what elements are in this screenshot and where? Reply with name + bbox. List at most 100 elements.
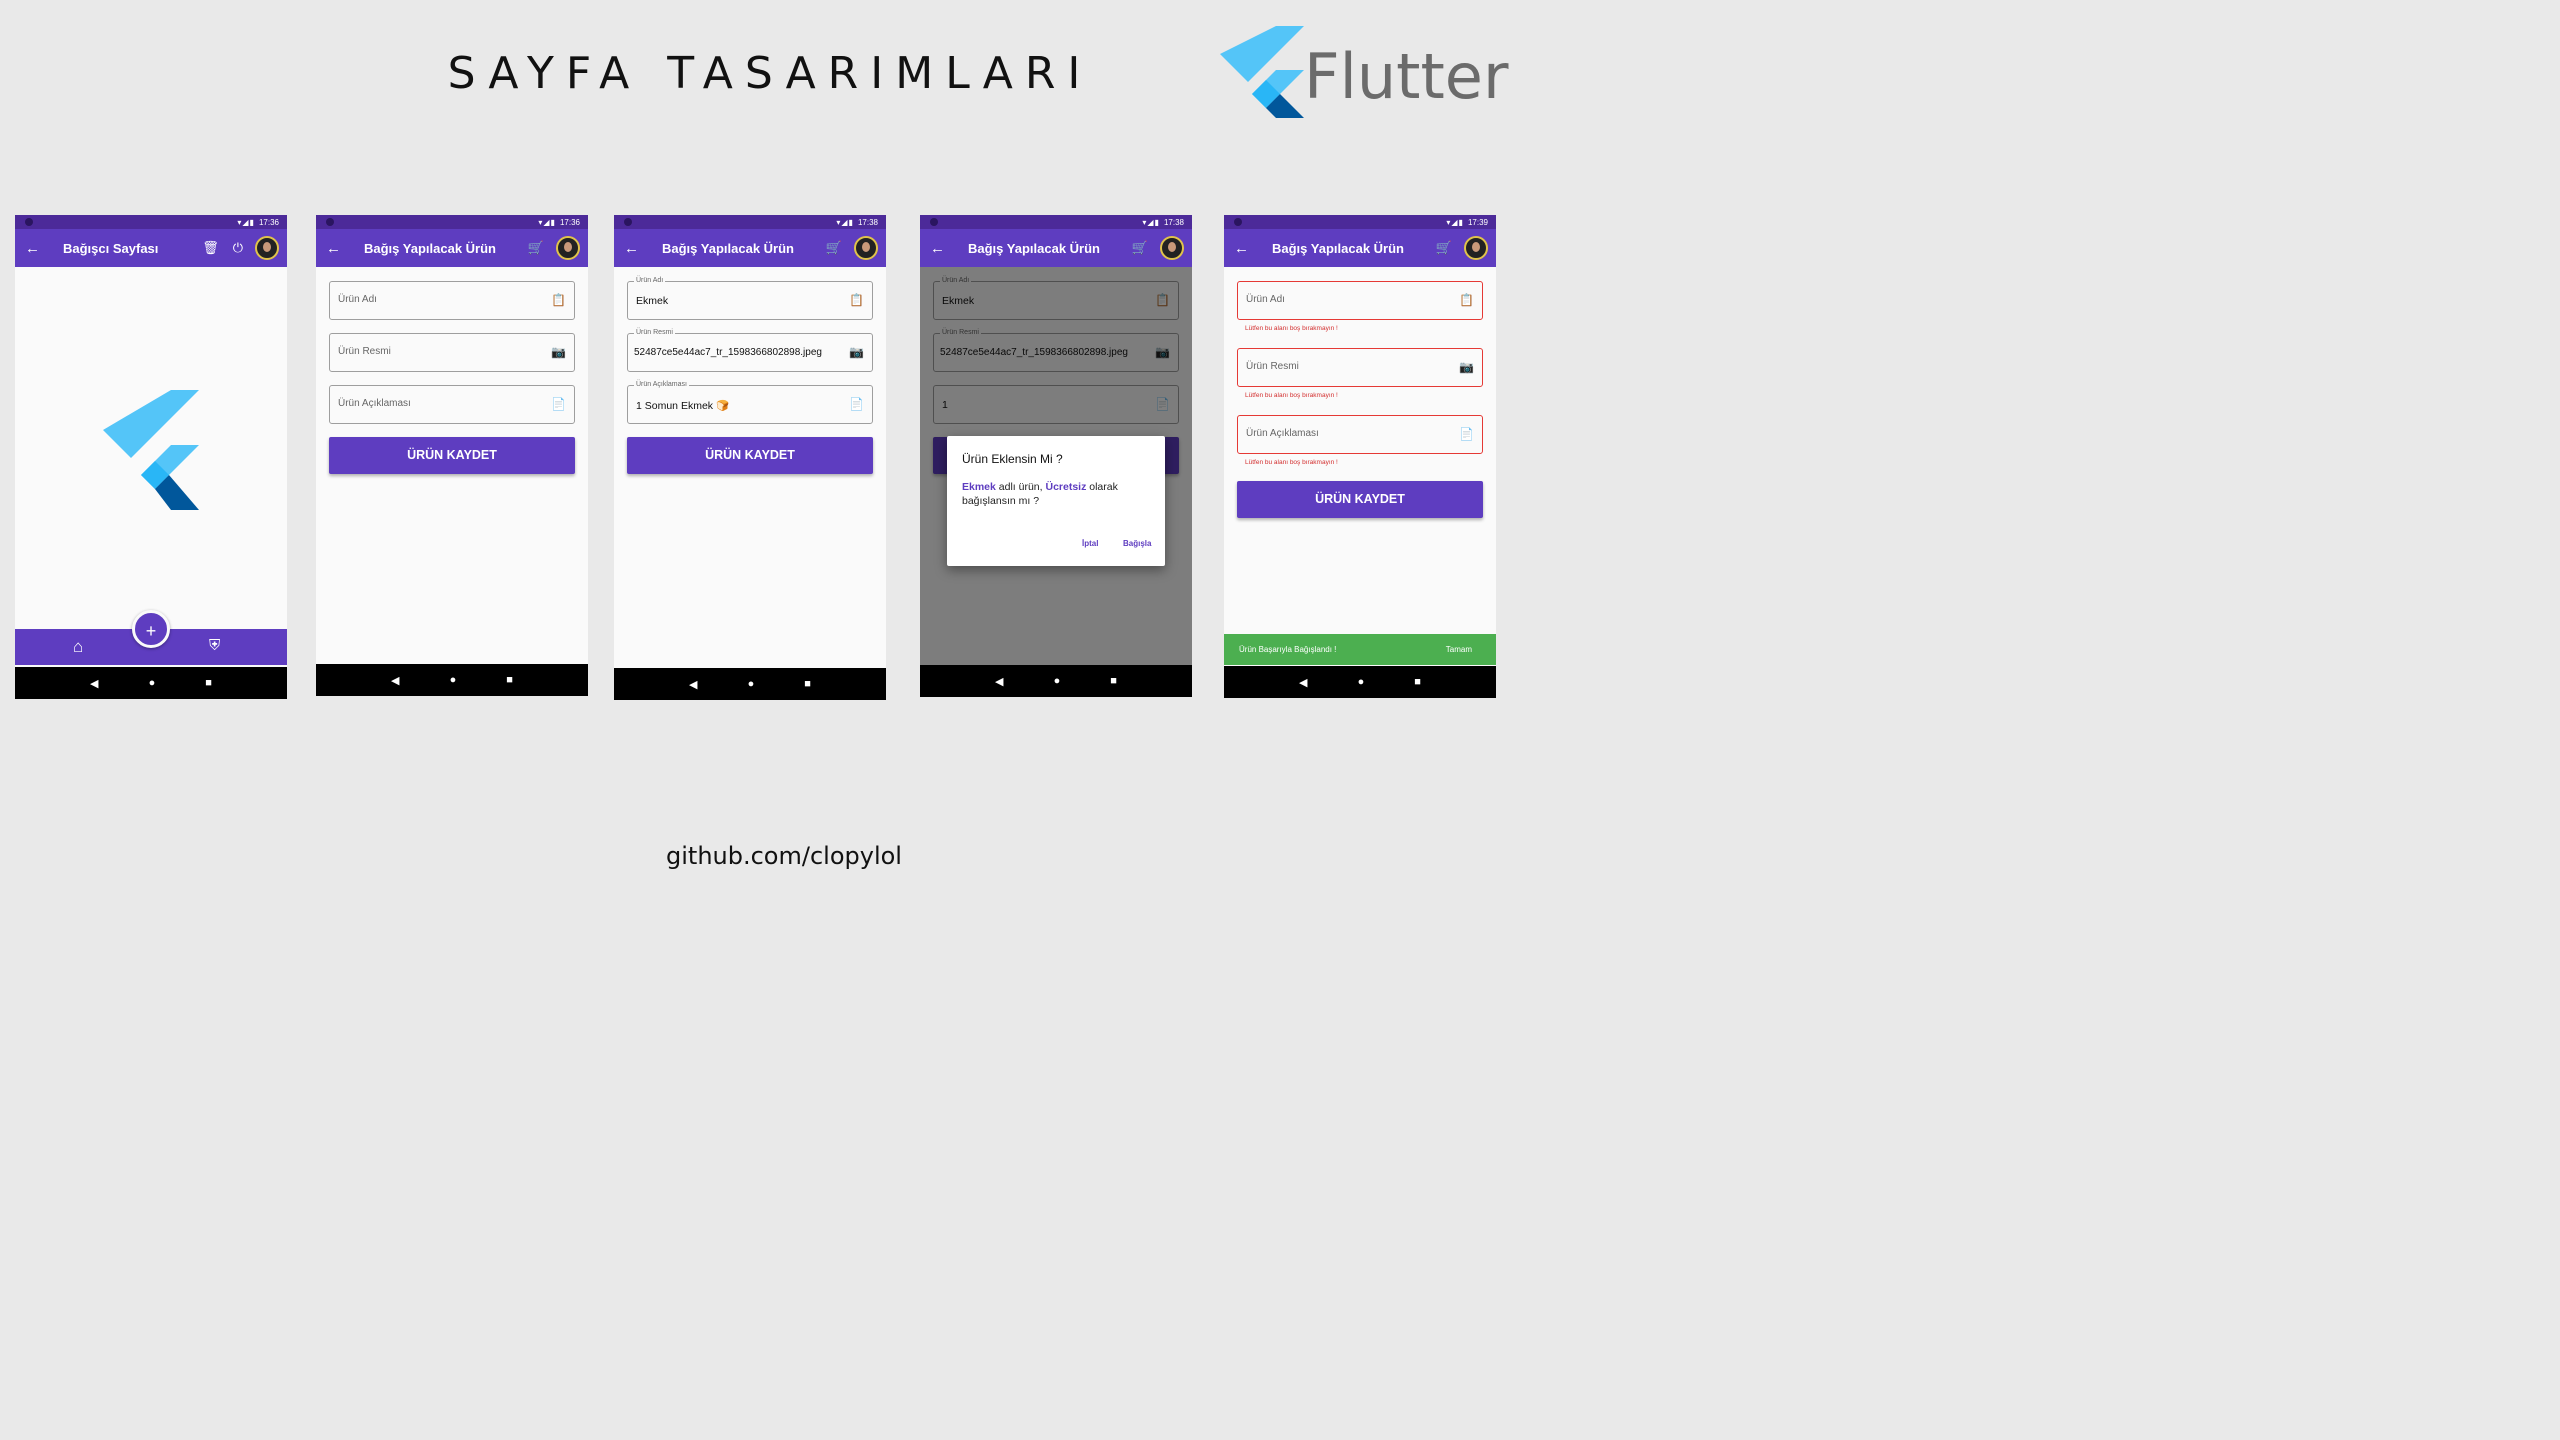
flutter-logo-icon <box>103 390 199 510</box>
nav-back-icon[interactable]: ◀ <box>995 675 1003 688</box>
save-product-button[interactable]: ÜRÜN KAYDET <box>329 437 575 474</box>
product-image-placeholder: Ürün Resmi <box>1246 361 1299 372</box>
product-image-field[interactable]: Ürün Resmi 📷 <box>1237 348 1483 387</box>
signal-icon: ▾◢▮ <box>1446 217 1464 227</box>
dialog-message: Ekmek adlı ürün, Ücretsiz olarak bağışla… <box>962 480 1157 508</box>
nav-recents-icon[interactable]: ■ <box>804 678 811 690</box>
product-description-error: Lütfen bu alanı boş bırakmayın ! <box>1245 459 1338 466</box>
nav-home-icon[interactable]: ● <box>1358 676 1365 688</box>
product-name-field[interactable]: Ürün Adı 📋 <box>1237 281 1483 320</box>
avatar[interactable] <box>556 236 580 260</box>
cancel-button[interactable]: İptal <box>1082 539 1098 548</box>
content-area: ⌂ ⛨ + <box>15 267 287 667</box>
success-snackbar: Ürün Başarıyla Bağışlandı ! Tamam <box>1224 634 1496 665</box>
content-area: Ürün Adı 📋 Lütfen bu alanı boş bırakmayı… <box>1224 267 1496 666</box>
home-icon[interactable]: ⌂ <box>73 637 83 657</box>
system-nav-bar: ◀ ● ■ <box>15 667 287 699</box>
app-bar: ← Bağış Yapılacak Ürün 🛒 <box>1224 229 1496 267</box>
save-product-button[interactable]: ÜRÜN KAYDET <box>627 437 873 474</box>
nav-recents-icon[interactable]: ■ <box>506 674 513 686</box>
security-icon[interactable]: ⛨ <box>209 637 220 654</box>
nav-home-icon[interactable]: ● <box>1054 675 1061 687</box>
status-time: 17:36 <box>559 217 580 227</box>
nav-home-icon[interactable]: ● <box>748 678 755 690</box>
product-description-value: 1 Somun Ekmek 🍞 <box>636 400 730 412</box>
avatar[interactable] <box>1464 236 1488 260</box>
screen-donor-page: ▾◢▮ 17:36 ← Bağışcı Sayfası 🗑 ⏻ ⌂ ⛨ + ◀ … <box>15 215 287 699</box>
app-bar: ← Bağış Yapılacak Ürün 🛒 <box>614 229 886 267</box>
nav-back-icon[interactable]: ◀ <box>689 678 697 691</box>
back-arrow-icon[interactable]: ← <box>25 240 55 257</box>
product-description-label: Ürün Açıklaması <box>634 381 689 388</box>
system-nav-bar: ◀ ● ■ <box>316 664 588 696</box>
product-name-field[interactable]: Ürün Adı 📋 <box>329 281 575 320</box>
confirm-dialog: Ürün Eklensin Mi ? Ekmek adlı ürün, Ücre… <box>947 436 1165 566</box>
product-name-error: Lütfen bu alanı boş bırakmayın ! <box>1245 325 1338 332</box>
status-bar: ▾◢▮ 17:36 <box>316 215 588 229</box>
app-bar-title: Bağış Yapılacak Ürün <box>662 240 794 256</box>
description-icon: 📄 <box>849 397 864 411</box>
add-photo-icon: 📷 <box>849 345 864 359</box>
product-description-field[interactable]: Ürün Açıklaması 📄 <box>329 385 575 424</box>
nav-home-icon[interactable]: ● <box>450 674 457 686</box>
status-bar: ▾◢▮ 17:38 <box>920 215 1192 229</box>
status-bar: ▾◢▮ 17:38 <box>614 215 886 229</box>
avatar[interactable] <box>1160 236 1184 260</box>
github-link[interactable]: github.com/clopylol <box>0 842 1568 870</box>
nav-back-icon[interactable]: ◀ <box>391 674 399 687</box>
nav-back-icon[interactable]: ◀ <box>1299 676 1307 689</box>
back-arrow-icon[interactable]: ← <box>930 240 960 257</box>
app-bar-title: Bağış Yapılacak Ürün <box>364 240 496 256</box>
description-icon: 📄 <box>1459 427 1474 441</box>
description-icon: 📄 <box>551 397 566 411</box>
add-cart-icon[interactable]: 🛒 <box>1132 240 1148 256</box>
product-image-field[interactable]: Ürün Resmi 📷 <box>329 333 575 372</box>
nav-recents-icon[interactable]: ■ <box>205 677 212 689</box>
donate-button[interactable]: Bağışla <box>1123 539 1151 548</box>
add-cart-icon[interactable]: 🛒 <box>826 240 842 256</box>
product-name-placeholder: Ürün Adı <box>338 294 377 305</box>
product-image-placeholder: Ürün Resmi <box>338 346 391 357</box>
dialog-title: Ürün Eklensin Mi ? <box>962 452 1063 466</box>
add-fab-button[interactable]: + <box>132 610 170 648</box>
status-time: 17:38 <box>1163 217 1184 227</box>
screen-confirm-dialog: ▾◢▮ 17:38 ← Bağış Yapılacak Ürün 🛒 Ürün … <box>920 215 1192 697</box>
product-name-field[interactable]: Ürün Adı Ekmek 📋 <box>627 277 873 320</box>
save-product-button[interactable]: ÜRÜN KAYDET <box>1237 481 1483 518</box>
delete-icon[interactable]: 🗑 <box>202 240 219 256</box>
back-arrow-icon[interactable]: ← <box>624 240 654 257</box>
product-name-placeholder: Ürün Adı <box>1246 294 1285 305</box>
avatar[interactable] <box>854 236 878 260</box>
clipboard-icon: 📋 <box>1459 293 1474 307</box>
add-cart-icon[interactable]: 🛒 <box>528 240 544 256</box>
back-arrow-icon[interactable]: ← <box>1234 240 1264 257</box>
system-nav-bar: ◀ ● ■ <box>1224 666 1496 698</box>
snackbar-message: Ürün Başarıyla Bağışlandı ! <box>1239 645 1337 654</box>
power-icon[interactable]: ⏻ <box>233 240 243 256</box>
nav-recents-icon[interactable]: ■ <box>1110 675 1117 687</box>
add-cart-icon[interactable]: 🛒 <box>1436 240 1452 256</box>
app-bar: ← Bağışcı Sayfası 🗑 ⏻ <box>15 229 287 267</box>
clipboard-icon: 📋 <box>551 293 566 307</box>
product-image-value: 52487ce5e44ac7_tr_1598366802898.jpeg <box>634 347 822 358</box>
clipboard-icon: 📋 <box>849 293 864 307</box>
app-bar-title: Bağış Yapılacak Ürün <box>968 240 1100 256</box>
app-bar: ← Bağış Yapılacak Ürün 🛒 <box>316 229 588 267</box>
product-description-placeholder: Ürün Açıklaması <box>338 398 411 409</box>
product-description-placeholder: Ürün Açıklaması <box>1246 428 1319 439</box>
nav-recents-icon[interactable]: ■ <box>1414 676 1421 688</box>
avatar[interactable] <box>255 236 279 260</box>
product-image-label: Ürün Resmi <box>634 329 675 336</box>
nav-home-icon[interactable]: ● <box>149 677 156 689</box>
nav-back-icon[interactable]: ◀ <box>90 677 98 690</box>
flutter-wordmark: Flutter <box>1304 40 1509 113</box>
signal-icon: ▾◢▮ <box>538 217 556 227</box>
back-arrow-icon[interactable]: ← <box>326 240 356 257</box>
app-bar: ← Bağış Yapılacak Ürün 🛒 <box>920 229 1192 267</box>
app-bar-title: Bağış Yapılacak Ürün <box>1272 240 1404 256</box>
snackbar-ok-button[interactable]: Tamam <box>1446 645 1472 654</box>
product-description-field[interactable]: Ürün Açıklaması 1 Somun Ekmek 🍞 📄 <box>627 381 873 424</box>
product-image-field[interactable]: Ürün Resmi 52487ce5e44ac7_tr_15983668028… <box>627 329 873 372</box>
product-description-field[interactable]: Ürün Açıklaması 📄 <box>1237 415 1483 454</box>
screen-filled-form: ▾◢▮ 17:38 ← Bağış Yapılacak Ürün 🛒 Ürün … <box>614 215 886 700</box>
